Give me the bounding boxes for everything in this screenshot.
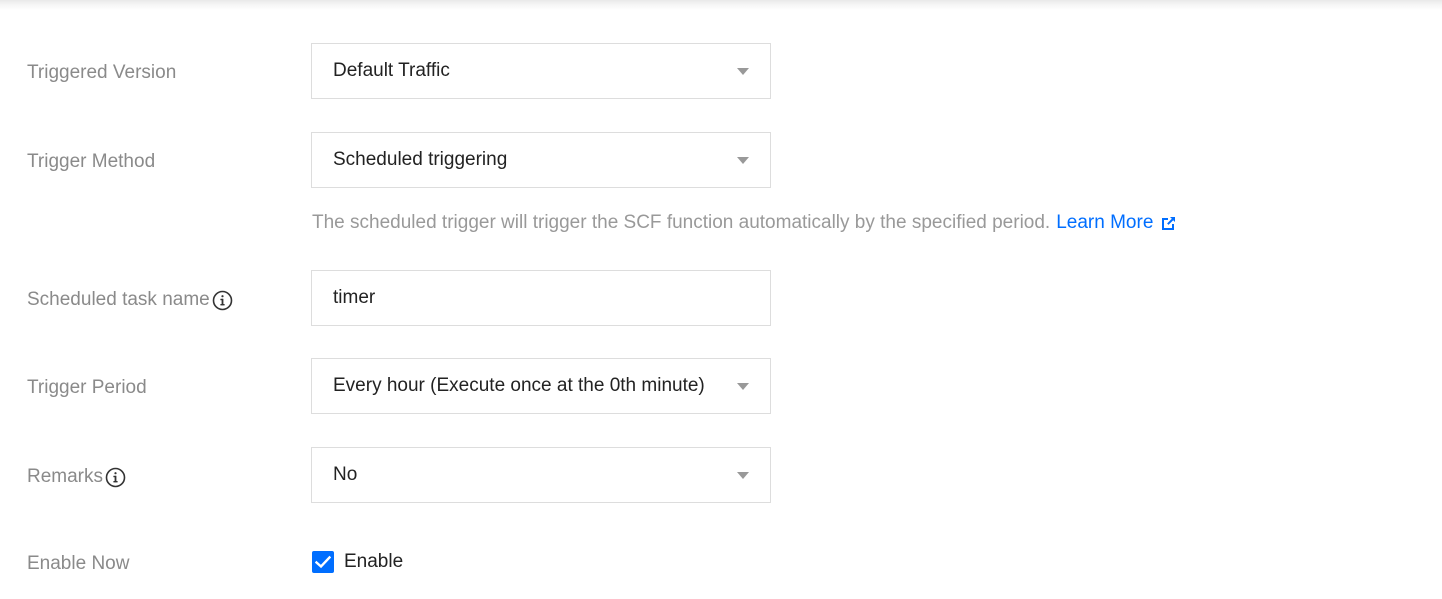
- trigger-config-form: Triggered Version Default Traffic Trigge…: [0, 0, 1442, 599]
- enable-checkbox-row[interactable]: Enable: [312, 550, 403, 574]
- info-circle-icon[interactable]: [105, 467, 126, 488]
- trigger-method-label: Trigger Method: [27, 150, 155, 174]
- scheduled-task-name-input[interactable]: timer: [311, 270, 771, 326]
- triggered-version-label: Triggered Version: [27, 61, 176, 85]
- caret-down-icon: [737, 68, 749, 75]
- trigger-method-hint: The scheduled trigger will trigger the S…: [312, 211, 1177, 235]
- triggered-version-label-text: Triggered Version: [27, 62, 177, 83]
- scheduled-task-name-label-text: Scheduled task name: [27, 289, 210, 310]
- remarks-label-text: Remarks: [27, 466, 104, 487]
- trigger-method-hint-text: The scheduled trigger will trigger the S…: [312, 212, 1051, 233]
- caret-down-icon: [737, 157, 749, 164]
- remarks-select[interactable]: No: [311, 447, 771, 503]
- triggered-version-value: Default Traffic: [333, 60, 450, 81]
- remarks-label: Remarks: [27, 465, 126, 489]
- enable-now-label: Enable Now: [27, 552, 129, 576]
- caret-down-icon: [737, 472, 749, 479]
- scheduled-task-name-value: timer: [333, 287, 376, 308]
- trigger-period-label-text: Trigger Period: [27, 377, 147, 398]
- learn-more-text: Learn More: [1056, 212, 1154, 233]
- external-link-icon: [1160, 215, 1177, 232]
- trigger-period-label: Trigger Period: [27, 376, 147, 400]
- trigger-method-value: Scheduled triggering: [333, 149, 508, 170]
- learn-more-link[interactable]: Learn More: [1056, 211, 1177, 235]
- enable-checkbox-label: Enable: [344, 551, 404, 572]
- triggered-version-select[interactable]: Default Traffic: [311, 43, 771, 99]
- scheduled-task-name-label: Scheduled task name: [27, 288, 233, 312]
- info-circle-icon[interactable]: [212, 290, 233, 311]
- enable-now-label-text: Enable Now: [27, 553, 130, 574]
- trigger-period-select[interactable]: Every hour (Execute once at the 0th minu…: [311, 358, 771, 414]
- trigger-method-select[interactable]: Scheduled triggering: [311, 132, 771, 188]
- enable-checkbox[interactable]: [312, 551, 334, 573]
- trigger-period-value: Every hour (Execute once at the 0th minu…: [333, 375, 705, 396]
- trigger-method-label-text: Trigger Method: [27, 151, 156, 172]
- top-divider-shadow: [0, 0, 1442, 10]
- remarks-value: No: [333, 464, 358, 485]
- checkmark-icon: [315, 555, 331, 569]
- caret-down-icon: [737, 383, 749, 390]
